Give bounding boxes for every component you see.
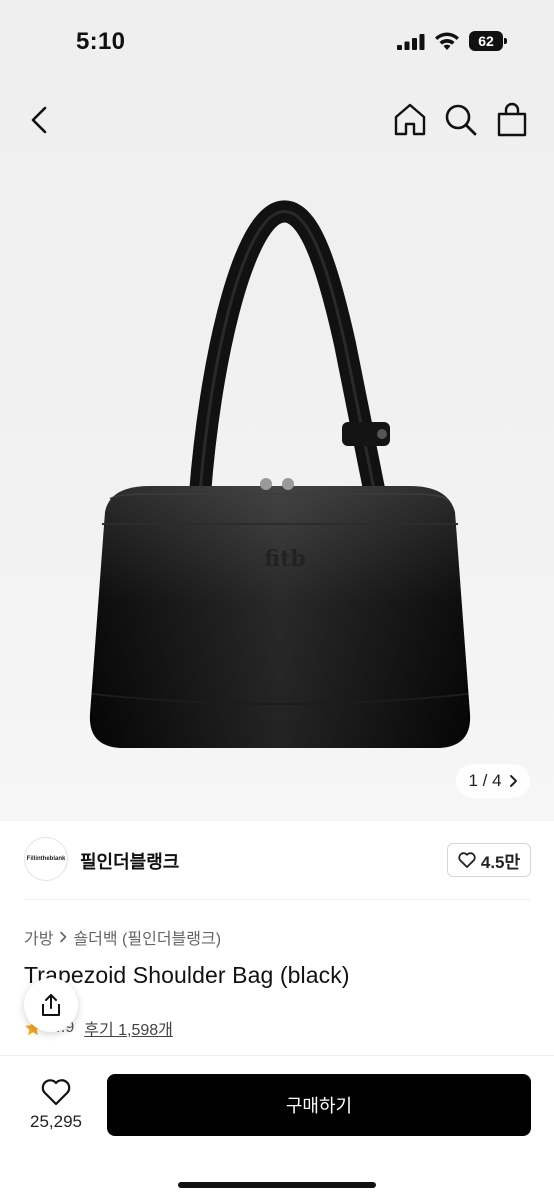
shop-name[interactable]: 필인더블랭크 <box>80 848 179 874</box>
chevron-right-icon <box>60 931 67 943</box>
divider <box>24 899 530 900</box>
buy-button[interactable]: 구매하기 <box>107 1074 531 1136</box>
battery-cap <box>504 38 507 44</box>
battery-indicator: 62 <box>469 31 507 51</box>
svg-text:fitb: fitb <box>264 546 306 572</box>
breadcrumb-item[interactable]: 숄더백 (필인더블랭크) <box>73 925 221 949</box>
shopping-bag-icon <box>497 102 527 137</box>
wishlist-button[interactable]: 25,295 <box>22 1076 90 1136</box>
shop-row[interactable]: Fillintheblank 필인더블랭크 4.5만 <box>0 821 554 901</box>
share-icon <box>42 994 60 1016</box>
wifi-icon <box>435 32 459 50</box>
shop-like-button[interactable]: 4.5만 <box>447 843 531 877</box>
status-bar: 5:10 62 <box>0 0 554 84</box>
product-image: fitb <box>89 200 471 748</box>
breadcrumb-item[interactable]: 가방 <box>24 925 53 949</box>
search-icon <box>445 104 477 136</box>
product-title: Trapezoid Shoulder Bag (black) <box>24 962 350 988</box>
product-gallery[interactable]: fitb 1 / 4 <box>0 84 554 821</box>
cellular-signal-icon <box>397 34 425 50</box>
chevron-right-icon <box>509 775 517 787</box>
home-indicator <box>178 1182 376 1188</box>
share-button[interactable] <box>24 978 78 1032</box>
heart-outline-icon <box>41 1079 71 1106</box>
home-icon <box>394 103 426 136</box>
back-button[interactable] <box>22 102 58 138</box>
breadcrumb: 가방 숄더백 (필인더블랭크) <box>24 925 221 949</box>
review-count-link[interactable]: 후기 1,598개 <box>84 1016 173 1040</box>
cart-button[interactable] <box>492 100 532 140</box>
bottom-action-bar: 25,295 구매하기 <box>0 1055 554 1200</box>
battery-level: 62 <box>469 31 503 51</box>
wishlist-count: 25,295 <box>30 1112 82 1131</box>
gallery-pager[interactable]: 1 / 4 <box>456 764 530 798</box>
heart-outline-icon <box>458 852 476 868</box>
pager-text: 1 / 4 <box>468 771 502 790</box>
shop-avatar-logo: Fillintheblank <box>26 856 66 862</box>
status-time: 5:10 <box>76 28 126 55</box>
chevron-left-icon <box>31 106 47 134</box>
search-button[interactable] <box>442 100 480 140</box>
home-button[interactable] <box>390 100 430 140</box>
shop-avatar[interactable]: Fillintheblank <box>24 837 68 881</box>
shop-like-count: 4.5만 <box>480 852 521 872</box>
